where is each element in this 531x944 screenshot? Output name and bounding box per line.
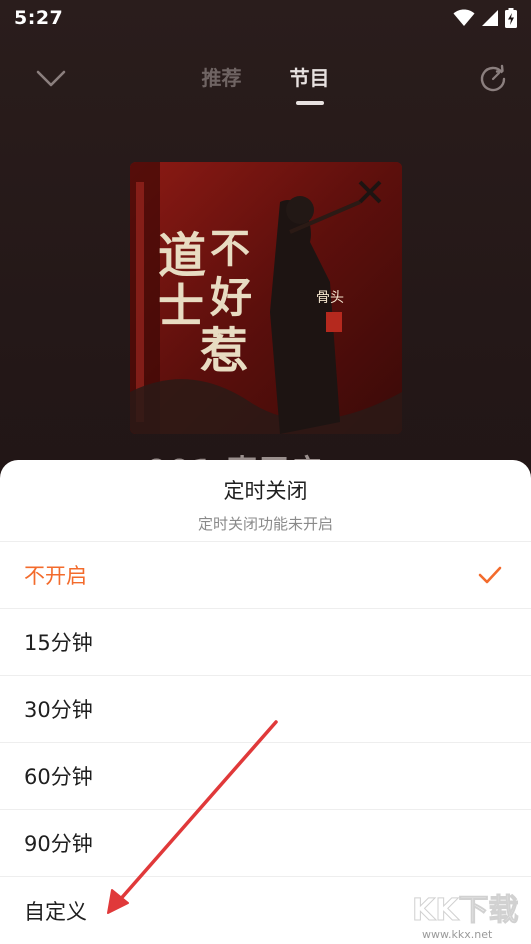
cover-author: 骨头 — [316, 290, 344, 306]
wifi-icon — [453, 9, 475, 26]
cellular-signal-icon — [482, 10, 498, 26]
watermark-logo: KK下载 www.kkx.net — [412, 893, 520, 942]
sheet-header: 定时关闭 定时关闭功能未开启 — [0, 460, 531, 542]
timer-option-label: 自定义 — [24, 899, 87, 924]
cover-title-char-4: 好 — [209, 273, 252, 322]
timer-option-60min[interactable]: 60分钟 — [0, 743, 531, 810]
tab-recommend[interactable]: 推荐 — [202, 62, 242, 91]
timer-option-label: 15分钟 — [24, 631, 93, 655]
cover-title-char-5: 惹 — [200, 323, 248, 379]
album-cover[interactable]: 道 不 士 好 惹 骨头 — [130, 162, 402, 434]
watermark-brand: KK下载 — [412, 893, 519, 928]
timer-option-30min[interactable]: 30分钟 — [0, 676, 531, 743]
tab-program-label: 节目 — [289, 66, 330, 90]
timer-option-90min[interactable]: 90分钟 — [0, 810, 531, 877]
cover-title-char-1: 道 — [158, 228, 206, 284]
status-bar: 5:27 — [0, 0, 531, 36]
timer-option-off[interactable]: 不开启 — [0, 542, 531, 609]
sleep-timer-sheet: 定时关闭 定时关闭功能未开启 不开启 15分钟 30分钟 60分钟 90分钟 自… — [0, 460, 531, 944]
player-tabs: 推荐 节目 — [0, 62, 531, 105]
timer-option-15min[interactable]: 15分钟 — [0, 609, 531, 676]
player-top-nav: 推荐 节目 — [0, 50, 531, 110]
timer-option-label: 不开启 — [24, 564, 87, 588]
cover-title-char-3: 士 — [158, 279, 204, 333]
sheet-subtitle: 定时关闭功能未开启 — [197, 515, 333, 533]
battery-charging-icon — [505, 8, 517, 28]
timer-option-label: 90分钟 — [24, 832, 93, 856]
status-icons — [453, 8, 517, 28]
watermark-url: www.kkx.net — [422, 928, 493, 941]
timer-option-label: 30分钟 — [24, 698, 93, 722]
active-tab-indicator — [295, 101, 324, 105]
refresh-icon[interactable] — [477, 62, 509, 94]
timer-option-label: 60分钟 — [24, 765, 93, 789]
sheet-title: 定时关闭 — [223, 479, 308, 503]
album-cover-art: 道 不 士 好 惹 骨头 — [130, 162, 402, 434]
checkmark-icon — [478, 566, 502, 584]
cover-title-char-2: 不 — [210, 225, 250, 272]
tab-recommend-label: 推荐 — [201, 66, 242, 90]
status-time: 5:27 — [14, 7, 64, 29]
tab-program[interactable]: 节目 — [289, 62, 330, 105]
